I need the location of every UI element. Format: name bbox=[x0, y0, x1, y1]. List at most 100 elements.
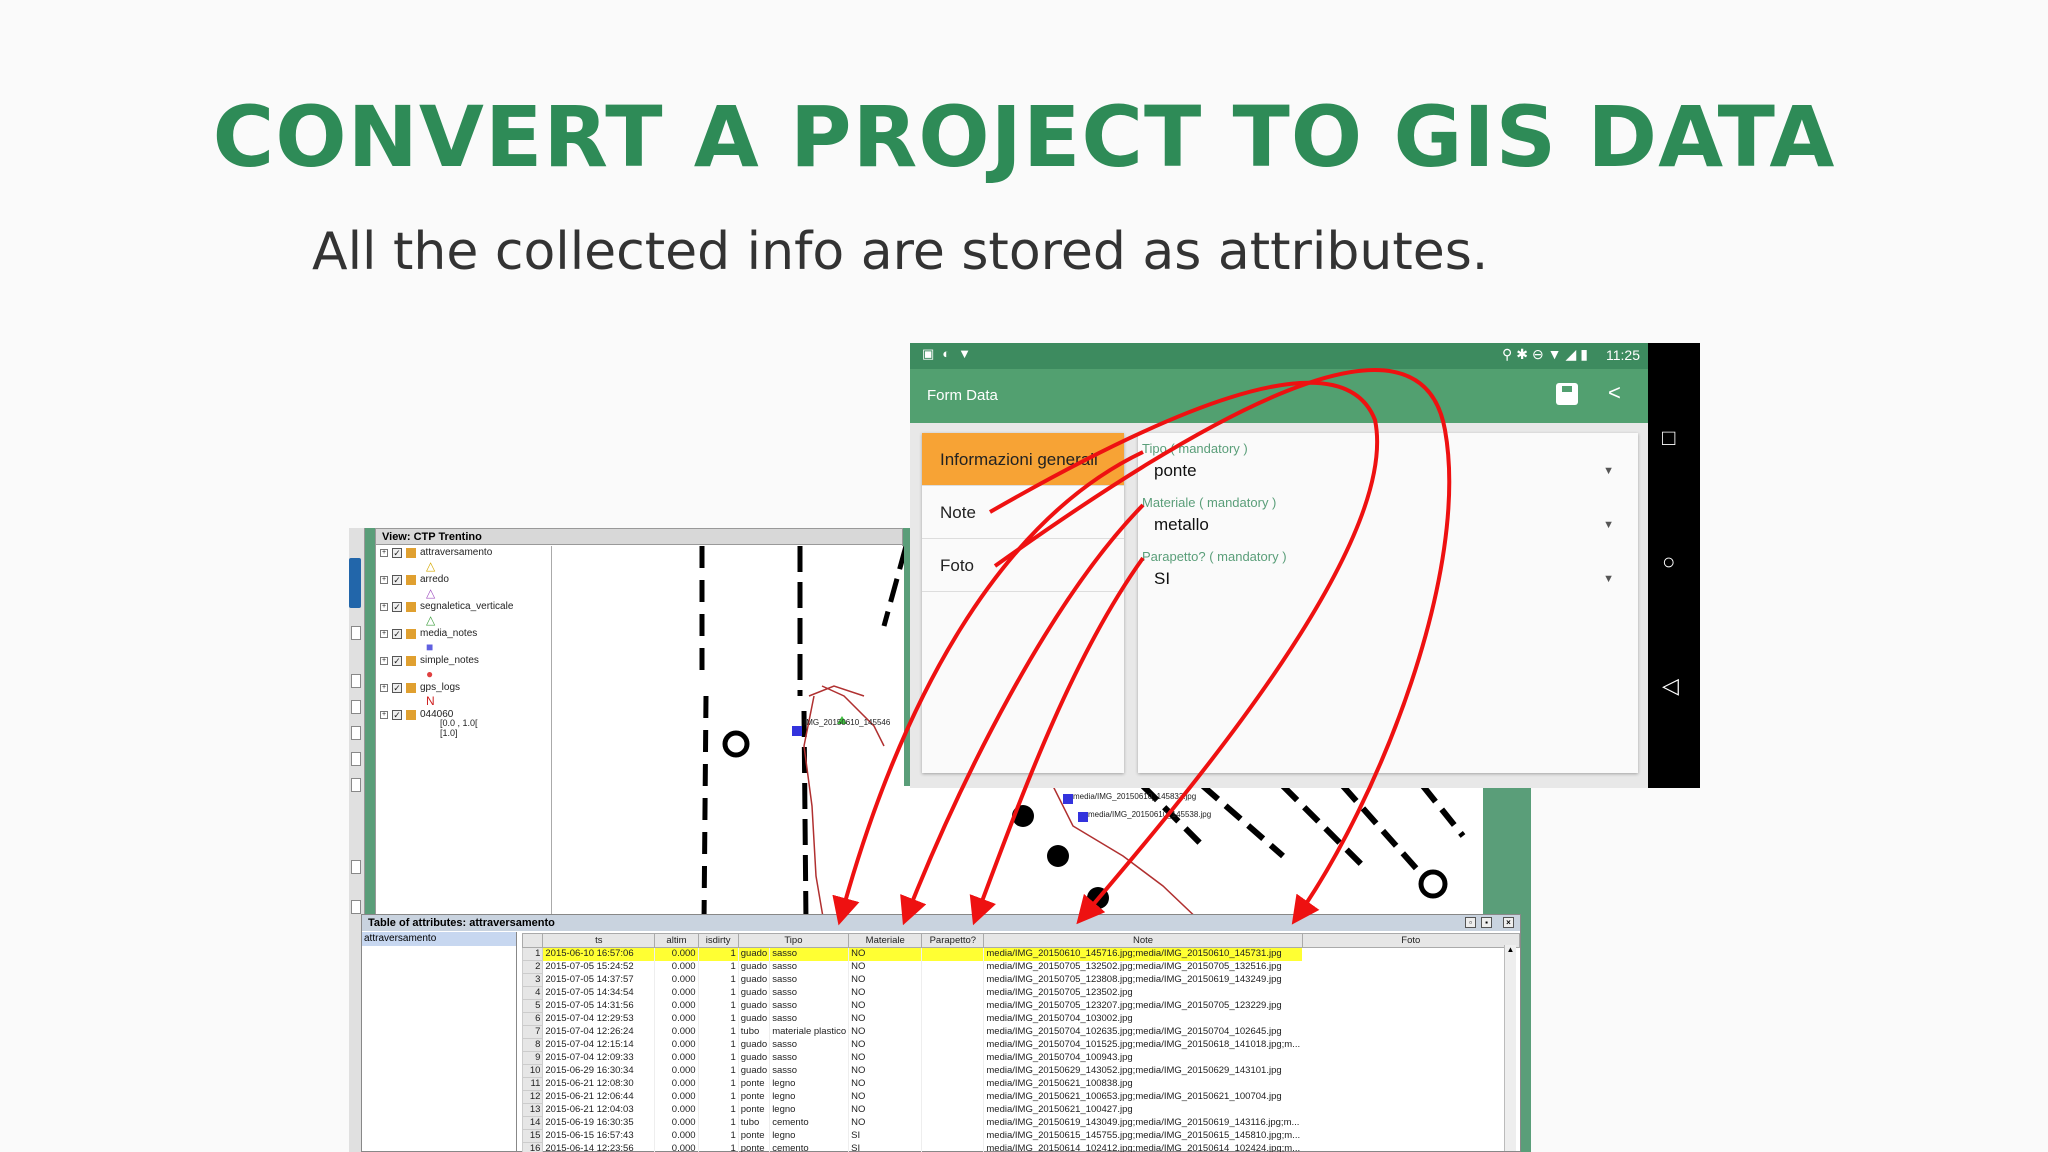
layer-visibility-checkbox[interactable]: ✓ bbox=[392, 548, 402, 558]
table-row[interactable]: 4 2015-07-05 14:34:54 0.000 1 guado sasso NO me… bbox=[521, 986, 1520, 1000]
layer-visibility-checkbox[interactable]: ✓ bbox=[392, 629, 402, 639]
table-cell: media/IMG_20150704_103002.jpg bbox=[983, 1012, 1303, 1026]
view-panel: View: CTP Trentino + ✓ attraversamento △ + ✓ a… bbox=[375, 528, 904, 924]
table-row[interactable]: 13 2015-06-21 12:04:03 0.000 1 ponte legno NO m… bbox=[521, 1103, 1520, 1117]
table-row[interactable]: 1 2015-06-10 16:57:06 0.000 1 guado sasso NO me… bbox=[521, 947, 1520, 961]
share-icon[interactable]: < bbox=[1608, 380, 1621, 406]
table-row[interactable]: 11 2015-06-21 12:08:30 0.000 1 ponte legno NO m… bbox=[521, 1077, 1520, 1091]
table-row[interactable]: 10 2015-06-29 16:30:34 0.000 1 guado sasso NO m… bbox=[521, 1064, 1520, 1078]
column-header[interactable]: altim bbox=[654, 933, 699, 948]
table-cell: 0.000 bbox=[654, 1129, 699, 1143]
section-note[interactable]: Note bbox=[922, 486, 1124, 539]
expand-icon[interactable]: + bbox=[380, 576, 388, 584]
table-row[interactable]: 8 2015-07-04 12:15:14 0.000 1 guado sasso NO me… bbox=[521, 1038, 1520, 1052]
layer-item[interactable]: + ✓ segnaletica_verticale △ bbox=[376, 600, 551, 627]
table-cell: 1 bbox=[697, 1129, 739, 1143]
column-header[interactable]: Foto bbox=[1301, 933, 1521, 948]
table-cell: 0.000 bbox=[654, 947, 699, 961]
layer-visibility-checkbox[interactable]: ✓ bbox=[392, 710, 402, 720]
table-cell: 1 bbox=[697, 1012, 739, 1026]
dropdown-arrow-icon[interactable]: ▼ bbox=[1603, 573, 1614, 585]
section-informazioni-generali[interactable]: Informazioni generali bbox=[922, 433, 1124, 486]
layer-item[interactable]: + ✓ 044060 [0.0 , 1.0[[1.0] bbox=[376, 708, 551, 738]
expand-icon[interactable]: + bbox=[380, 657, 388, 665]
dropdown-arrow-icon[interactable]: ▼ bbox=[1603, 519, 1614, 531]
expand-icon[interactable]: + bbox=[380, 603, 388, 611]
table-cell bbox=[921, 1129, 984, 1143]
expand-icon[interactable]: + bbox=[380, 549, 388, 557]
materiale-field[interactable]: Materiale ( mandatory ) metallo ▼ bbox=[1142, 495, 1626, 547]
tool-button[interactable] bbox=[351, 674, 361, 688]
map-canvas-extension[interactable]: media/IMG_20150610_145833.jpg media/IMG_… bbox=[903, 786, 1483, 924]
save-icon[interactable] bbox=[1556, 383, 1578, 405]
row-number: 1 bbox=[521, 947, 544, 961]
table-row[interactable]: 16 2015-06-14 12:23:56 0.000 1 ponte cemento S… bbox=[521, 1142, 1520, 1152]
tool-button[interactable] bbox=[351, 752, 361, 766]
table-row[interactable]: 3 2015-07-05 14:37:57 0.000 1 guado sasso NO me… bbox=[521, 973, 1520, 987]
table-row[interactable]: 7 2015-07-04 12:26:24 0.000 1 tubo materiale … bbox=[521, 1025, 1520, 1039]
tool-button[interactable] bbox=[351, 626, 361, 640]
table-cell: legno bbox=[769, 1103, 849, 1117]
view-title: View: CTP Trentino bbox=[376, 529, 902, 545]
expand-icon[interactable]: + bbox=[380, 711, 388, 719]
layer-tree: + ✓ attraversamento △ + ✓ arredo △ + ✓ segnaletica… bbox=[376, 546, 552, 923]
map-canvas[interactable]: IMG_20150610_145546 bbox=[554, 546, 904, 923]
layer-item[interactable]: + ✓ attraversamento △ bbox=[376, 546, 551, 573]
layer-icon bbox=[406, 710, 416, 720]
column-header[interactable]: Materiale bbox=[848, 933, 923, 948]
column-header[interactable]: Parapetto? bbox=[921, 933, 985, 948]
table-row[interactable]: 14 2015-06-19 16:30:35 0.000 1 tubo cemento NO… bbox=[521, 1116, 1520, 1130]
recents-icon[interactable]: □ bbox=[1662, 425, 1675, 451]
layer-icon bbox=[406, 602, 416, 612]
table-cell: 2015-07-04 12:29:53 bbox=[542, 1012, 655, 1026]
table-row[interactable]: 2 2015-07-05 15:24:52 0.000 1 guado sasso NO me… bbox=[521, 960, 1520, 974]
dropdown-arrow-icon[interactable]: ▼ bbox=[1603, 465, 1614, 477]
layer-visibility-checkbox[interactable]: ✓ bbox=[392, 683, 402, 693]
layer-item[interactable]: + ✓ media_notes ■ bbox=[376, 627, 551, 654]
layer-item[interactable]: + ✓ simple_notes ● bbox=[376, 654, 551, 681]
expand-icon[interactable]: + bbox=[380, 630, 388, 638]
column-header[interactable]: Note bbox=[983, 933, 1303, 948]
table-row[interactable]: 12 2015-06-21 12:06:44 0.000 1 ponte legno NO m… bbox=[521, 1090, 1520, 1104]
close-icon[interactable]: × bbox=[1503, 917, 1514, 928]
toolbar-blue-icon[interactable] bbox=[349, 558, 361, 608]
tool-button[interactable] bbox=[351, 900, 361, 914]
tool-button[interactable] bbox=[351, 726, 361, 740]
table-row[interactable]: 5 2015-07-05 14:31:56 0.000 1 guado sasso NO me… bbox=[521, 999, 1520, 1013]
table-cell: 1 bbox=[697, 1064, 739, 1078]
row-number: 5 bbox=[521, 999, 544, 1013]
back-icon[interactable]: ◁ bbox=[1662, 673, 1679, 699]
layer-visibility-checkbox[interactable]: ✓ bbox=[392, 575, 402, 585]
table-cell bbox=[921, 1051, 984, 1065]
attribute-layer-item[interactable]: attraversamento bbox=[362, 932, 516, 946]
column-header[interactable]: isdirty bbox=[697, 933, 739, 948]
attribute-table-window: Table of attributes: attraversamento ▫ ▪… bbox=[361, 914, 1521, 1152]
table-cell: 2015-06-21 12:04:03 bbox=[542, 1103, 655, 1117]
layer-icon bbox=[406, 575, 416, 585]
table-cell bbox=[921, 1142, 984, 1152]
table-row[interactable]: 6 2015-07-04 12:29:53 0.000 1 guado sasso NO me… bbox=[521, 1012, 1520, 1026]
tool-button[interactable] bbox=[351, 700, 361, 714]
tool-button[interactable] bbox=[351, 778, 361, 792]
layer-visibility-checkbox[interactable]: ✓ bbox=[392, 656, 402, 666]
layer-visibility-checkbox[interactable]: ✓ bbox=[392, 602, 402, 612]
table-cell: guado bbox=[737, 947, 770, 961]
column-header[interactable]: ts bbox=[542, 933, 656, 948]
minimize-icon[interactable]: ▫ bbox=[1465, 917, 1476, 928]
column-header[interactable]: Tipo bbox=[737, 933, 850, 948]
tool-button[interactable] bbox=[351, 860, 361, 874]
layer-item[interactable]: + ✓ arredo △ bbox=[376, 573, 551, 600]
row-number: 16 bbox=[521, 1142, 544, 1152]
tipo-field[interactable]: Tipo ( mandatory ) ponte ▼ bbox=[1142, 441, 1626, 493]
maximize-icon[interactable]: ▪ bbox=[1481, 917, 1492, 928]
table-row[interactable]: 15 2015-06-15 16:57:43 0.000 1 ponte legno SI m… bbox=[521, 1129, 1520, 1143]
status-time: 11:25 bbox=[1606, 347, 1640, 363]
parapetto-field[interactable]: Parapetto? ( mandatory ) SI ▼ bbox=[1142, 549, 1626, 601]
section-foto[interactable]: Foto bbox=[922, 539, 1124, 592]
table-row[interactable]: 9 2015-07-04 12:09:33 0.000 1 guado sasso NO me… bbox=[521, 1051, 1520, 1065]
vertical-scrollbar[interactable]: ▲ bbox=[1504, 945, 1516, 1151]
layer-item[interactable]: + ✓ gps_logs N bbox=[376, 681, 551, 708]
field-value: ponte bbox=[1154, 461, 1197, 480]
home-icon[interactable]: ○ bbox=[1662, 549, 1675, 575]
expand-icon[interactable]: + bbox=[380, 684, 388, 692]
